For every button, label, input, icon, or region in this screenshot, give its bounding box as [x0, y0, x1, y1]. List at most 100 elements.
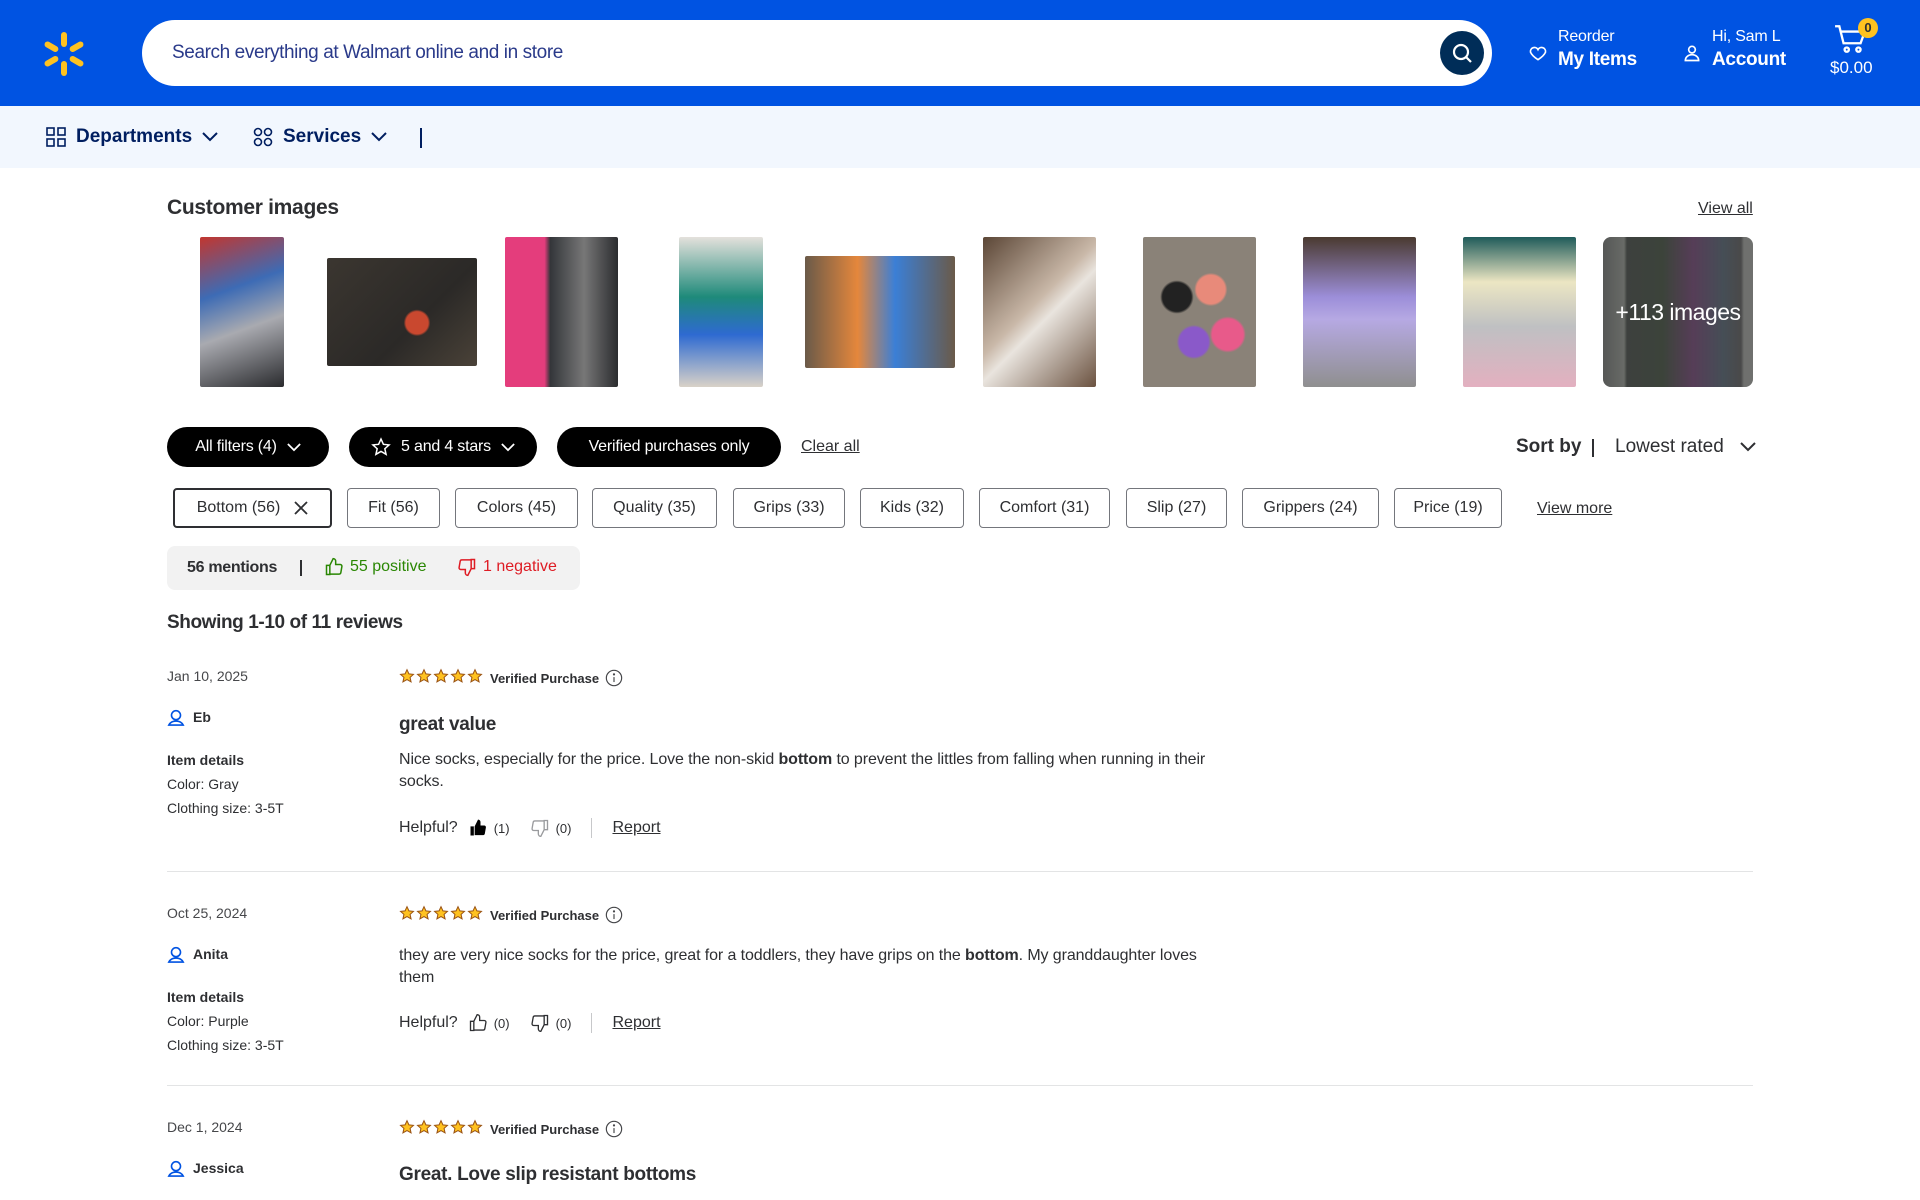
chip-grips[interactable]: Grips (33)	[733, 488, 845, 528]
info-icon[interactable]	[605, 906, 623, 924]
services-label: Services	[283, 126, 362, 147]
thumbs-down-icon	[458, 558, 476, 577]
sort-dropdown[interactable]: Lowest rated	[1615, 436, 1756, 458]
verified-purchase: Verified Purchase	[490, 1120, 623, 1138]
star-icon	[450, 905, 466, 920]
verified-label: Verified Purchase	[490, 1121, 600, 1137]
customer-image[interactable]	[805, 237, 955, 387]
cart-button[interactable]: 0 $0.00	[1826, 18, 1878, 82]
view-more-link[interactable]: View more	[1537, 500, 1612, 518]
search-button[interactable]	[1440, 31, 1484, 75]
chip-label: Colors (45)	[476, 499, 557, 516]
chip-fit[interactable]: Fit (56)	[347, 488, 440, 528]
chip-slip[interactable]: Slip (27)	[1126, 488, 1227, 528]
review-date: Oct 25, 2024	[167, 905, 248, 921]
verified-purchases-filter[interactable]: Verified purchases only	[557, 427, 781, 467]
star-icon	[433, 1119, 449, 1134]
item-color: Color: Gray	[167, 776, 239, 792]
report-link[interactable]: Report	[612, 819, 660, 837]
positive-mentions[interactable]: 55 positive	[324, 557, 427, 577]
report-link[interactable]: Report	[612, 1014, 660, 1032]
helpful-label: Helpful?	[399, 819, 458, 836]
reorder-label: Reorder	[1558, 28, 1615, 45]
chevron-down-icon	[501, 442, 515, 451]
nav-divider	[420, 128, 422, 148]
customer-image[interactable]	[1303, 237, 1416, 387]
search-bar	[142, 20, 1492, 86]
item-size: Clothing size: 3-5T	[167, 1037, 284, 1053]
close-icon[interactable]	[294, 501, 308, 515]
review-card: Jan 10, 2025 Verified Purchase Eb Item d…	[167, 668, 1753, 848]
customer-image[interactable]	[1143, 237, 1256, 387]
info-icon[interactable]	[605, 1120, 623, 1138]
star-rating	[399, 668, 483, 684]
all-filters-button[interactable]: All filters (4)	[167, 427, 329, 467]
sort-divider	[1592, 439, 1594, 457]
search-input[interactable]	[172, 20, 1432, 86]
chip-label: Price (19)	[1413, 499, 1483, 516]
chip-quality[interactable]: Quality (35)	[592, 488, 717, 528]
verified-purchase: Verified Purchase	[490, 669, 623, 687]
customer-image[interactable]	[505, 237, 618, 387]
customer-image[interactable]	[1463, 237, 1576, 387]
chip-bottom[interactable]: Bottom (56)	[173, 488, 332, 528]
more-images-tile[interactable]: +113 images	[1603, 237, 1753, 387]
negative-label: 1 negative	[483, 558, 557, 575]
user-icon	[1684, 45, 1700, 62]
customer-image[interactable]	[679, 237, 763, 387]
info-icon[interactable]	[605, 669, 623, 687]
helpful-no-button[interactable]: (0)	[530, 818, 571, 838]
sort-value: Lowest rated	[1615, 436, 1724, 457]
reviews-count-heading: Showing 1-10 of 11 reviews	[167, 612, 403, 633]
chip-colors[interactable]: Colors (45)	[455, 488, 578, 528]
cart-count-badge: 0	[1858, 18, 1878, 38]
chip-label: Quality (35)	[613, 499, 696, 516]
review-title: great value	[399, 714, 497, 735]
walmart-spark-logo[interactable]	[40, 30, 88, 78]
review-divider	[167, 1085, 1753, 1086]
helpful-yes-button[interactable]: (1)	[468, 818, 510, 838]
review-title: Great. Love slip resistant bottoms	[399, 1164, 697, 1185]
helpful-no-count: (0)	[555, 1015, 572, 1031]
review-date: Jan 10, 2025	[167, 668, 248, 684]
sort-by-label: Sort by	[1516, 436, 1582, 457]
helpful-yes-count: (1)	[493, 820, 510, 836]
chip-kids[interactable]: Kids (32)	[860, 488, 964, 528]
review-card: Dec 1, 2024 Verified Purchase Jessica Gr…	[167, 1119, 1753, 1200]
account-menu[interactable]: Hi, Sam L Account	[1682, 26, 1786, 72]
star-rating	[399, 905, 483, 921]
clear-all-link[interactable]: Clear all	[801, 438, 860, 456]
chip-grippers[interactable]: Grippers (24)	[1242, 488, 1379, 528]
reviewer-name: Jessica	[193, 1160, 244, 1176]
view-all-link[interactable]: View all	[1698, 200, 1753, 218]
mentions-count: 56 mentions	[187, 559, 278, 576]
more-images-label: +113 images	[1603, 237, 1753, 387]
customer-image[interactable]	[200, 237, 284, 387]
chip-label: Grips (33)	[753, 499, 825, 516]
review-card: Oct 25, 2024 Verified Purchase Anita Ite…	[167, 905, 1753, 1075]
chip-label: Kids (32)	[879, 499, 945, 516]
thumbs-up-icon	[325, 557, 343, 576]
customer-image[interactable]	[983, 237, 1096, 387]
star-rating-filter[interactable]: 5 and 4 stars	[349, 427, 537, 467]
chevron-down-icon	[286, 442, 301, 451]
star-icon	[371, 437, 391, 456]
review-date: Dec 1, 2024	[167, 1119, 243, 1135]
helpful-divider	[591, 818, 593, 838]
chip-price[interactable]: Price (19)	[1394, 488, 1502, 528]
helpful-row: Helpful? (0) (0) Report	[399, 1013, 661, 1033]
reviewer-name: Anita	[193, 946, 228, 962]
chip-comfort[interactable]: Comfort (31)	[979, 488, 1110, 528]
services-icon	[253, 127, 273, 147]
verified-label: Verified Purchase	[490, 907, 600, 923]
customer-image[interactable]	[327, 237, 477, 387]
helpful-yes-button[interactable]: (0)	[468, 1013, 510, 1033]
departments-menu[interactable]: Departments	[46, 106, 218, 168]
reorder-my-items[interactable]: Reorder My Items	[1528, 26, 1637, 72]
helpful-no-button[interactable]: (0)	[530, 1013, 572, 1033]
search-icon	[1452, 43, 1472, 63]
my-items-label: My Items	[1558, 49, 1637, 70]
services-menu[interactable]: Services	[253, 106, 387, 168]
greeting-label: Hi, Sam L	[1712, 28, 1781, 45]
negative-mentions[interactable]: 1 negative	[457, 557, 557, 577]
